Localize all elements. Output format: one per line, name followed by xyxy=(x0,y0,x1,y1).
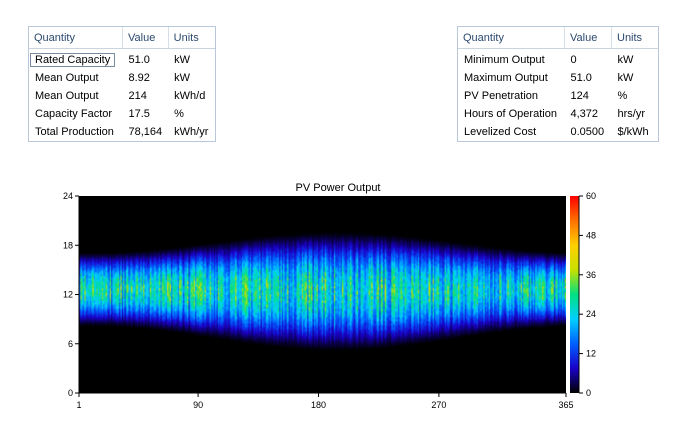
x-tick-label: 180 xyxy=(311,400,326,410)
x-tick-label: 270 xyxy=(431,400,446,410)
colorbar-tick-label: 48 xyxy=(586,230,596,240)
y-tick-label: 6 xyxy=(68,339,73,349)
y-tick-label: 0 xyxy=(68,388,73,398)
colorbar-tick-label: 60 xyxy=(586,191,596,201)
chart-svg: PV Power Output 1 90 180 270 365 0 6 12 18 24 0 12… xyxy=(63,182,596,410)
chart-title: PV Power Output xyxy=(296,182,381,194)
colorbar-tick-label: 12 xyxy=(586,349,596,359)
colorbar-tick-label: 36 xyxy=(586,270,596,280)
y-tick-label: 24 xyxy=(63,191,73,201)
heatmap-cells xyxy=(79,196,566,393)
y-tick-label: 12 xyxy=(63,290,73,300)
colorbar-tick-label: 24 xyxy=(586,309,596,319)
heatmap-plot-area xyxy=(79,196,566,393)
x-tick-label: 90 xyxy=(193,400,203,410)
pv-power-output-chart: PV Power Output 1 90 180 270 365 0 6 12 18 24 0 12… xyxy=(0,0,690,419)
x-tick-label: 1 xyxy=(76,400,81,410)
x-tick-label: 365 xyxy=(558,400,573,410)
y-tick-label: 18 xyxy=(63,240,73,250)
colorbar-tick-label: 0 xyxy=(586,388,591,398)
colorbar-axis: 0 12 24 36 48 60 xyxy=(578,191,596,398)
colorbar xyxy=(570,196,579,393)
